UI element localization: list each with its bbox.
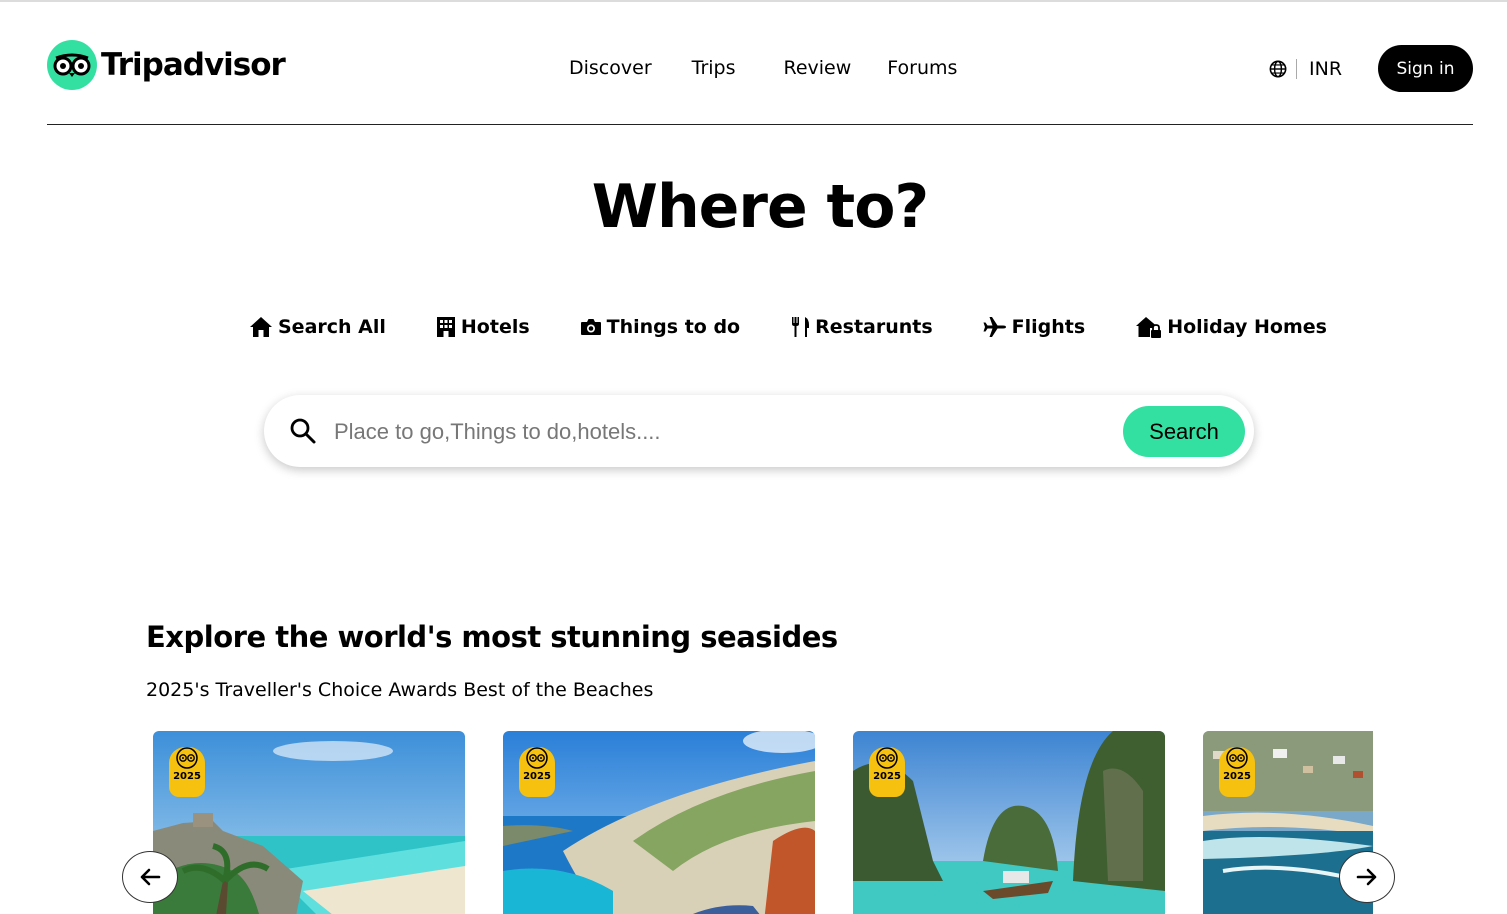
sign-in-button[interactable]: Sign in — [1378, 45, 1473, 92]
tab-flights[interactable]: Flights — [983, 316, 1086, 338]
tab-label: Things to do — [606, 316, 741, 338]
beach-card[interactable]: 2025 — [853, 731, 1165, 914]
tab-hotels[interactable]: Hotels — [436, 316, 530, 338]
badge-year: 2025 — [173, 771, 201, 782]
globe-icon — [1269, 60, 1287, 78]
beach-card[interactable]: 2025 — [153, 731, 465, 914]
badge-year: 2025 — [1223, 771, 1251, 782]
section-title: Explore the world's most stunning seasid… — [146, 620, 838, 654]
arrow-right-icon — [1356, 868, 1377, 886]
carousel-next-button[interactable] — [1339, 851, 1395, 903]
tab-label: Hotels — [460, 316, 530, 338]
nav-discover[interactable]: Discover — [569, 57, 652, 79]
nav-review[interactable]: Review — [784, 57, 852, 79]
home-icon — [250, 317, 272, 337]
owl-badge-icon — [176, 747, 198, 769]
search-input[interactable] — [332, 409, 1096, 455]
page-title: Where to? — [591, 172, 929, 242]
tab-label: Restarunts — [815, 316, 933, 338]
tab-holiday-homes[interactable]: Holiday Homes — [1135, 316, 1327, 338]
search-bar: Search — [264, 395, 1254, 467]
tab-things-to-do[interactable]: Things to do — [580, 316, 740, 338]
tab-restaurants[interactable]: Restarunts — [790, 316, 933, 338]
currency-selector[interactable]: INR — [1269, 58, 1342, 80]
tab-label: Flights — [1011, 316, 1086, 338]
beach-carousel: 2025 2025 2025 2025 — [153, 731, 1373, 914]
arrow-left-icon — [140, 868, 161, 886]
currency-label: INR — [1309, 58, 1343, 80]
badge-year: 2025 — [523, 771, 551, 782]
travellers-choice-badge: 2025 — [169, 747, 205, 797]
search-button[interactable]: Search — [1123, 406, 1245, 457]
tab-search-all[interactable]: Search All — [249, 316, 386, 338]
carousel-prev-button[interactable] — [122, 851, 178, 903]
search-category-tabs: Search All Hotels Things to do Restarunt… — [249, 316, 1377, 338]
tripadvisor-logo[interactable]: Tripadvisor — [47, 40, 286, 90]
owl-badge-icon — [1226, 747, 1248, 769]
travellers-choice-badge: 2025 — [1219, 747, 1255, 797]
badge-year: 2025 — [873, 771, 901, 782]
section-subtitle: 2025's Traveller's Choice Awards Best of… — [146, 679, 654, 701]
header: Tripadvisor Discover Trips Review Forums… — [47, 2, 1473, 125]
house-lock-icon — [1136, 317, 1162, 338]
hotel-icon — [436, 317, 455, 337]
tab-label: Holiday Homes — [1167, 316, 1327, 338]
utensils-icon — [792, 317, 810, 337]
nav-trips[interactable]: Trips — [692, 57, 736, 79]
camera-icon — [580, 319, 601, 335]
logo-text: Tripadvisor — [101, 47, 286, 83]
owl-badge-icon — [526, 747, 548, 769]
search-icon — [290, 418, 316, 444]
nav-forums[interactable]: Forums — [887, 57, 957, 79]
owl-logo-icon — [47, 40, 97, 90]
plane-icon — [983, 317, 1006, 337]
divider — [1296, 59, 1297, 79]
travellers-choice-badge: 2025 — [519, 747, 555, 797]
beach-card[interactable]: 2025 — [503, 731, 815, 914]
tab-label: Search All — [278, 316, 386, 338]
travellers-choice-badge: 2025 — [869, 747, 905, 797]
main-nav: Discover Trips Review Forums — [569, 57, 997, 79]
owl-badge-icon — [876, 747, 898, 769]
